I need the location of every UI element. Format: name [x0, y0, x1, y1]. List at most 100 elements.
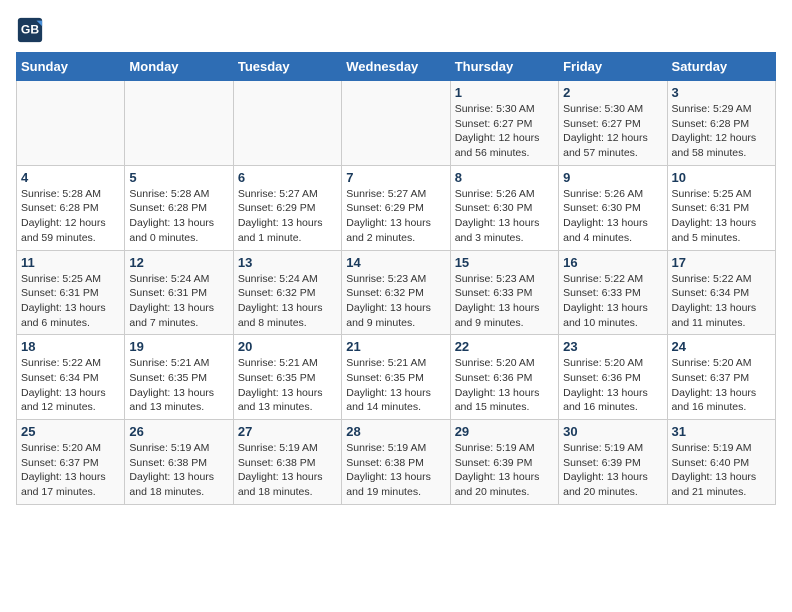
day-info: Sunrise: 5:20 AM Sunset: 6:37 PM Dayligh…: [21, 441, 120, 500]
day-number: 5: [129, 170, 228, 185]
calendar-cell: [125, 81, 233, 166]
day-number: 21: [346, 339, 445, 354]
calendar-cell: 14 Sunrise: 5:23 AM Sunset: 6:32 PM Dayli…: [342, 250, 450, 335]
calendar-cell: 29Sunrise: 5:19 AM Sunset: 6:39 PM Dayli…: [450, 420, 558, 505]
day-number: 2: [563, 85, 662, 100]
day-number: 24: [672, 339, 771, 354]
day-number: 6: [238, 170, 337, 185]
calendar-cell: 22 Sunrise: 5:20 AM Sunset: 6:36 PM Dayli…: [450, 335, 558, 420]
day-info: Sunrise: 5:19 AM Sunset: 6:39 PM Dayligh…: [563, 441, 662, 500]
logo: GB: [16, 16, 46, 44]
day-info: Sunrise: 5:28 AM Sunset: 6:28 PM Dayligh…: [129, 187, 228, 246]
day-info: Sunrise: 5:21 AM Sunset: 6:35 PM Dayligh…: [129, 356, 228, 415]
svg-text:GB: GB: [21, 23, 39, 37]
calendar-cell: 1Sunrise: 5:30 AM Sunset: 6:27 PM Daylig…: [450, 81, 558, 166]
calendar-cell: 11Sunrise: 5:25 AM Sunset: 6:31 PM Dayli…: [17, 250, 125, 335]
weekday-header-row: SundayMondayTuesdayWednesdayThursdayFrid…: [17, 53, 776, 81]
calendar-cell: 24 Sunrise: 5:20 AM Sunset: 6:37 PM Dayli…: [667, 335, 775, 420]
day-number: 19: [129, 339, 228, 354]
day-number: 23: [563, 339, 662, 354]
day-info: Sunrise: 5:28 AM Sunset: 6:28 PM Dayligh…: [21, 187, 120, 246]
day-number: 7: [346, 170, 445, 185]
day-info: Sunrise: 5:20 AM Sunset: 6:36 PM Dayligh…: [563, 356, 662, 415]
day-number: 9: [563, 170, 662, 185]
day-number: 16: [563, 255, 662, 270]
day-info: Sunrise: 5:27 AM Sunset: 6:29 PM Dayligh…: [238, 187, 337, 246]
day-info: Sunrise: 5:26 AM Sunset: 6:30 PM Dayligh…: [455, 187, 554, 246]
day-number: 11: [21, 255, 120, 270]
calendar-cell: 17 Sunrise: 5:22 AM Sunset: 6:34 PM Dayli…: [667, 250, 775, 335]
calendar-cell: 27Sunrise: 5:19 AM Sunset: 6:38 PM Dayli…: [233, 420, 341, 505]
day-number: 4: [21, 170, 120, 185]
calendar-cell: 23 Sunrise: 5:20 AM Sunset: 6:36 PM Dayli…: [559, 335, 667, 420]
calendar-week-1: 1Sunrise: 5:30 AM Sunset: 6:27 PM Daylig…: [17, 81, 776, 166]
day-number: 13: [238, 255, 337, 270]
weekday-header-monday: Monday: [125, 53, 233, 81]
weekday-header-friday: Friday: [559, 53, 667, 81]
day-number: 30: [563, 424, 662, 439]
calendar-week-2: 4 Sunrise: 5:28 AM Sunset: 6:28 PM Daylig…: [17, 165, 776, 250]
day-info: Sunrise: 5:22 AM Sunset: 6:34 PM Dayligh…: [672, 272, 771, 331]
day-number: 3: [672, 85, 771, 100]
weekday-header-saturday: Saturday: [667, 53, 775, 81]
day-number: 17: [672, 255, 771, 270]
day-number: 10: [672, 170, 771, 185]
calendar-cell: [233, 81, 341, 166]
calendar-cell: 3Sunrise: 5:29 AM Sunset: 6:28 PM Daylig…: [667, 81, 775, 166]
calendar-week-3: 11Sunrise: 5:25 AM Sunset: 6:31 PM Dayli…: [17, 250, 776, 335]
calendar-cell: 5 Sunrise: 5:28 AM Sunset: 6:28 PM Daylig…: [125, 165, 233, 250]
calendar-cell: 8 Sunrise: 5:26 AM Sunset: 6:30 PM Daylig…: [450, 165, 558, 250]
day-number: 25: [21, 424, 120, 439]
calendar-table: SundayMondayTuesdayWednesdayThursdayFrid…: [16, 52, 776, 505]
calendar-cell: 21 Sunrise: 5:21 AM Sunset: 6:35 PM Dayli…: [342, 335, 450, 420]
day-info: Sunrise: 5:21 AM Sunset: 6:35 PM Dayligh…: [238, 356, 337, 415]
day-info: Sunrise: 5:19 AM Sunset: 6:38 PM Dayligh…: [238, 441, 337, 500]
weekday-header-thursday: Thursday: [450, 53, 558, 81]
calendar-cell: 9Sunrise: 5:26 AM Sunset: 6:30 PM Daylig…: [559, 165, 667, 250]
calendar-cell: 28 Sunrise: 5:19 AM Sunset: 6:38 PM Dayli…: [342, 420, 450, 505]
weekday-header-wednesday: Wednesday: [342, 53, 450, 81]
calendar-cell: 2 Sunrise: 5:30 AM Sunset: 6:27 PM Daylig…: [559, 81, 667, 166]
day-info: Sunrise: 5:23 AM Sunset: 6:32 PM Dayligh…: [346, 272, 445, 331]
calendar-cell: 10 Sunrise: 5:25 AM Sunset: 6:31 PM Dayli…: [667, 165, 775, 250]
day-info: Sunrise: 5:20 AM Sunset: 6:36 PM Dayligh…: [455, 356, 554, 415]
day-info: Sunrise: 5:25 AM Sunset: 6:31 PM Dayligh…: [672, 187, 771, 246]
calendar-week-5: 25 Sunrise: 5:20 AM Sunset: 6:37 PM Dayli…: [17, 420, 776, 505]
day-info: Sunrise: 5:19 AM Sunset: 6:38 PM Dayligh…: [129, 441, 228, 500]
day-info: Sunrise: 5:30 AM Sunset: 6:27 PM Dayligh…: [563, 102, 662, 161]
calendar-cell: [17, 81, 125, 166]
day-info: Sunrise: 5:22 AM Sunset: 6:33 PM Dayligh…: [563, 272, 662, 331]
calendar-cell: 7 Sunrise: 5:27 AM Sunset: 6:29 PM Daylig…: [342, 165, 450, 250]
day-number: 12: [129, 255, 228, 270]
calendar-cell: 31 Sunrise: 5:19 AM Sunset: 6:40 PM Dayli…: [667, 420, 775, 505]
day-number: 28: [346, 424, 445, 439]
day-number: 15: [455, 255, 554, 270]
calendar-cell: 18 Sunrise: 5:22 AM Sunset: 6:34 PM Dayli…: [17, 335, 125, 420]
weekday-header-tuesday: Tuesday: [233, 53, 341, 81]
calendar-cell: 30 Sunrise: 5:19 AM Sunset: 6:39 PM Dayli…: [559, 420, 667, 505]
day-number: 20: [238, 339, 337, 354]
calendar-cell: 15 Sunrise: 5:23 AM Sunset: 6:33 PM Dayli…: [450, 250, 558, 335]
day-info: Sunrise: 5:19 AM Sunset: 6:39 PM Dayligh…: [455, 441, 554, 500]
weekday-header-sunday: Sunday: [17, 53, 125, 81]
logo-icon: GB: [16, 16, 44, 44]
day-info: Sunrise: 5:22 AM Sunset: 6:34 PM Dayligh…: [21, 356, 120, 415]
day-number: 22: [455, 339, 554, 354]
calendar-cell: 12Sunrise: 5:24 AM Sunset: 6:31 PM Dayli…: [125, 250, 233, 335]
day-info: Sunrise: 5:21 AM Sunset: 6:35 PM Dayligh…: [346, 356, 445, 415]
day-info: Sunrise: 5:24 AM Sunset: 6:32 PM Dayligh…: [238, 272, 337, 331]
day-number: 8: [455, 170, 554, 185]
day-number: 18: [21, 339, 120, 354]
day-number: 14: [346, 255, 445, 270]
day-number: 31: [672, 424, 771, 439]
calendar-cell: 4 Sunrise: 5:28 AM Sunset: 6:28 PM Daylig…: [17, 165, 125, 250]
calendar-cell: 16 Sunrise: 5:22 AM Sunset: 6:33 PM Dayli…: [559, 250, 667, 335]
day-info: Sunrise: 5:20 AM Sunset: 6:37 PM Dayligh…: [672, 356, 771, 415]
day-info: Sunrise: 5:23 AM Sunset: 6:33 PM Dayligh…: [455, 272, 554, 331]
calendar-week-4: 18 Sunrise: 5:22 AM Sunset: 6:34 PM Dayli…: [17, 335, 776, 420]
day-info: Sunrise: 5:27 AM Sunset: 6:29 PM Dayligh…: [346, 187, 445, 246]
page-header: GB: [16, 16, 776, 44]
day-info: Sunrise: 5:19 AM Sunset: 6:38 PM Dayligh…: [346, 441, 445, 500]
day-info: Sunrise: 5:19 AM Sunset: 6:40 PM Dayligh…: [672, 441, 771, 500]
calendar-cell: [342, 81, 450, 166]
